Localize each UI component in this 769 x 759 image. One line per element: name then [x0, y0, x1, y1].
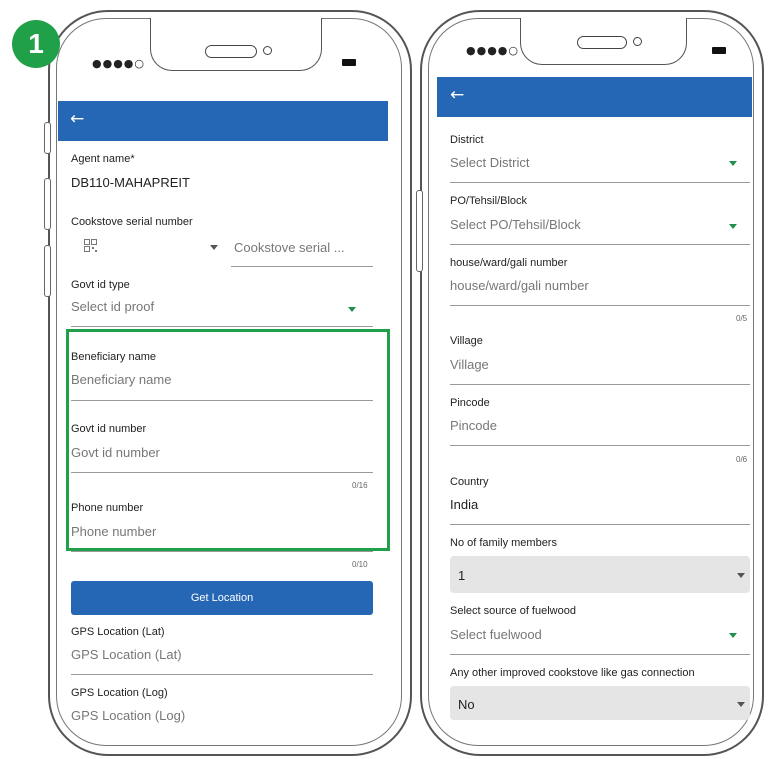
get-location-button[interactable]: Get Location	[71, 581, 373, 615]
pincode-underline	[450, 445, 750, 446]
phone-2-side-button	[416, 190, 423, 272]
family-members-select[interactable]	[450, 556, 750, 593]
village-label: Village	[450, 335, 483, 347]
agent-name-label: Agent name*	[71, 153, 135, 165]
po-tehsil-label: PO/Tehsil/Block	[450, 195, 528, 207]
pincode-label: Pincode	[450, 397, 490, 409]
battery-icon	[342, 59, 356, 66]
gas-connection-dropdown-icon[interactable]	[737, 702, 745, 707]
phone-number-underline	[71, 551, 373, 552]
village-underline	[450, 384, 750, 385]
gas-connection-label: Any other improved cookstove like gas co…	[450, 667, 695, 679]
qr-dropdown-caret-icon[interactable]	[210, 245, 218, 250]
phone-2-camera	[633, 37, 642, 46]
phone-1-side-button	[44, 245, 51, 297]
fuelwood-underline	[450, 654, 750, 655]
qr-code-icon[interactable]	[84, 239, 97, 252]
district-label: District	[450, 134, 484, 146]
agent-name-value: DB110-MAHAPREIT	[71, 175, 190, 190]
country-underline	[450, 524, 750, 525]
phone-2-app-bar	[437, 77, 752, 117]
battery-icon	[712, 47, 726, 54]
govt-id-type-label: Govt id type	[71, 279, 130, 291]
back-arrow-icon[interactable]: ←	[450, 87, 464, 104]
gas-connection-select[interactable]	[450, 686, 750, 720]
po-tehsil-select[interactable]: Select PO/Tehsil/Block	[450, 217, 581, 232]
phone-1-side-button	[44, 122, 51, 154]
pincode-counter: 0/6	[736, 455, 748, 464]
po-tehsil-dropdown-icon[interactable]	[729, 224, 737, 229]
house-number-counter: 0/5	[736, 314, 748, 323]
serial-number-label: Cookstove serial number	[71, 216, 193, 228]
phone-number-counter: 0/10	[352, 560, 368, 569]
phone-1-speaker	[205, 45, 257, 58]
gps-lat-underline	[71, 674, 373, 675]
phone-1-app-bar	[58, 101, 388, 141]
fuelwood-dropdown-icon[interactable]	[729, 633, 737, 638]
house-number-label: house/ward/gali number	[450, 257, 568, 269]
gas-connection-value: No	[458, 697, 475, 712]
phone-1-camera	[263, 46, 272, 55]
district-dropdown-icon[interactable]	[729, 161, 737, 166]
gps-log-input[interactable]: GPS Location (Log)	[71, 708, 185, 723]
family-members-dropdown-icon[interactable]	[737, 573, 745, 578]
gps-lat-label: GPS Location (Lat)	[71, 626, 165, 638]
family-members-label: No of family members	[450, 537, 557, 549]
fuelwood-source-select[interactable]: Select fuelwood	[450, 627, 542, 642]
country-value: India	[450, 497, 479, 512]
phone-1-side-button	[44, 178, 51, 230]
gps-log-label: GPS Location (Log)	[71, 687, 168, 699]
step-number-badge: 1	[12, 20, 60, 68]
family-members-value: 1	[458, 568, 466, 583]
required-fields-highlight	[66, 329, 390, 551]
govt-id-type-select[interactable]: Select id proof	[71, 299, 154, 314]
gps-lat-input[interactable]: GPS Location (Lat)	[71, 647, 182, 662]
signal-icon: ●●●●○	[92, 57, 145, 70]
pincode-input[interactable]: Pincode	[450, 418, 497, 433]
po-tehsil-underline	[450, 244, 750, 245]
district-select[interactable]: Select District	[450, 155, 529, 170]
village-input[interactable]: Village	[450, 357, 489, 372]
back-arrow-icon[interactable]: ←	[70, 111, 84, 128]
house-number-underline	[450, 305, 750, 306]
district-underline	[450, 182, 750, 183]
signal-icon: ●●●●○	[466, 44, 519, 57]
govt-id-type-dropdown-icon[interactable]	[348, 307, 356, 312]
govt-id-type-underline	[71, 326, 373, 327]
serial-number-input[interactable]: Cookstove serial ...	[234, 240, 345, 255]
house-number-input[interactable]: house/ward/gali number	[450, 278, 589, 293]
serial-number-underline	[231, 266, 373, 267]
phone-2-speaker	[577, 36, 627, 49]
fuelwood-source-label: Select source of fuelwood	[450, 605, 576, 617]
country-label: Country	[450, 476, 489, 488]
